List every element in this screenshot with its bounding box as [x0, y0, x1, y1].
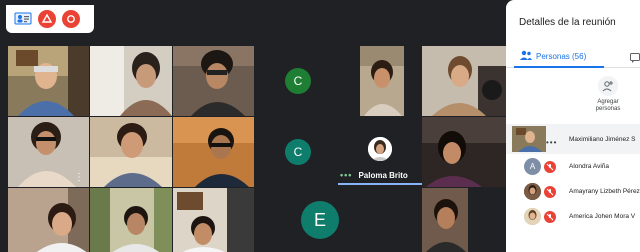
video-tile[interactable]: [90, 46, 172, 116]
people-grid-icon[interactable]: [14, 10, 32, 28]
video-tile[interactable]: [8, 46, 89, 116]
participant-name: Amayrany Lizbeth Pérez: [569, 188, 640, 195]
more-dots-icon[interactable]: •••: [546, 138, 557, 147]
add-people-button[interactable]: Agregar personas: [586, 76, 630, 113]
add-person-icon: [598, 76, 618, 96]
participant-list: ••• Maximiliano Jiménez S A Alondra Aviñ…: [506, 124, 640, 229]
tab-people-label: Personas (56): [536, 51, 587, 61]
video-tile[interactable]: ⋮: [8, 117, 89, 187]
mic-off-icon: [544, 210, 556, 223]
tab-active-underline: [514, 66, 604, 68]
panel-title: Detalles de la reunión: [519, 17, 616, 28]
meeting-details-panel: Detalles de la reunión Personas (56) Agr…: [506, 0, 640, 252]
list-item[interactable]: Amayrany Lizbeth Pérez: [506, 179, 640, 204]
list-item[interactable]: A Alondra Aviña: [506, 154, 640, 179]
mic-off-icon: [544, 160, 556, 173]
video-tile[interactable]: [173, 188, 254, 252]
video-tile[interactable]: [422, 188, 468, 252]
video-tile[interactable]: [422, 46, 506, 116]
video-grid: ⋮: [8, 46, 256, 252]
avatar: [524, 183, 541, 200]
participant-video-thumb: [512, 126, 546, 152]
speaking-indicator: [338, 183, 422, 185]
tab-chat[interactable]: [630, 50, 640, 68]
participant-name: Alondra Aviña: [569, 163, 609, 170]
speaker-name-tag: ••• Paloma Brito: [340, 168, 408, 182]
video-tile[interactable]: [173, 117, 254, 187]
more-dots-icon[interactable]: ⋮: [74, 172, 85, 183]
video-tile[interactable]: [422, 117, 506, 187]
present-icon[interactable]: [38, 10, 56, 28]
avatar: C: [285, 139, 311, 165]
meeting-stage: ⋮ C C E ••• Paloma Brito Detalles de la …: [0, 0, 640, 252]
top-toolbar: [6, 5, 94, 33]
mic-off-icon: [544, 185, 556, 198]
people-icon: [520, 50, 532, 62]
participant-tile-c1[interactable]: C: [256, 46, 340, 116]
participant-name: America Johen Mora V: [569, 213, 636, 220]
avatar: [368, 137, 392, 161]
avatar: E: [301, 201, 339, 239]
panel-tabs: Personas (56): [506, 46, 640, 68]
video-tile[interactable]: [90, 188, 172, 252]
tab-people[interactable]: Personas (56): [514, 50, 604, 68]
avatar: C: [285, 68, 311, 94]
avatar: [524, 208, 541, 225]
video-tile[interactable]: [8, 188, 89, 252]
add-people-label: Agregar personas: [595, 99, 621, 112]
avatar: A: [524, 158, 541, 175]
participant-tile-c2[interactable]: C: [256, 117, 340, 187]
more-dots-icon[interactable]: •••: [340, 170, 352, 180]
video-tile[interactable]: [173, 46, 254, 116]
video-tile[interactable]: [360, 46, 404, 116]
participant-tile-e[interactable]: E: [290, 188, 350, 252]
list-item[interactable]: ••• Maximiliano Jiménez S: [506, 124, 640, 154]
video-tile[interactable]: [90, 117, 172, 187]
speaker-name: Paloma Brito: [358, 170, 408, 180]
participant-name: Maximiliano Jiménez S: [569, 135, 636, 143]
raise-hand-icon[interactable]: [62, 10, 80, 28]
chat-icon: [630, 50, 640, 67]
list-item[interactable]: America Johen Mora V: [506, 204, 640, 229]
